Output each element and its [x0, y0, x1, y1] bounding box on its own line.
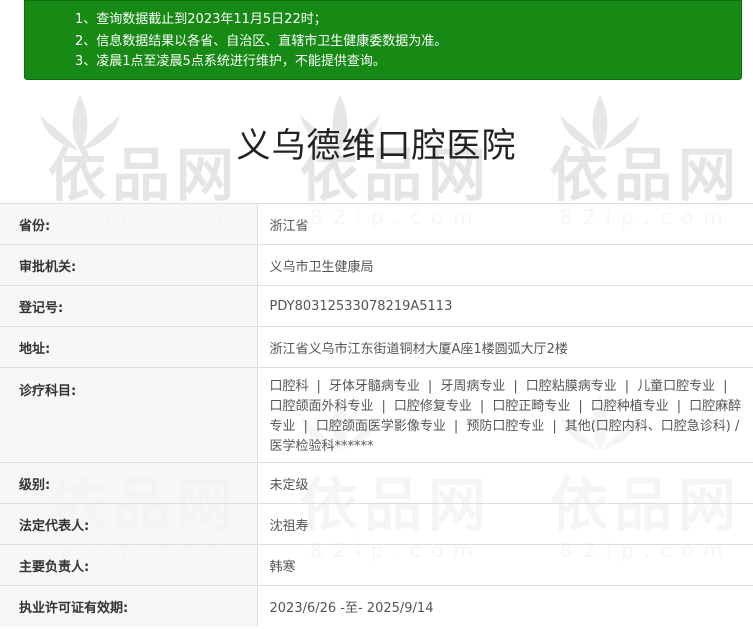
field-value-reg-no: PDY80312533078219A5113: [257, 285, 753, 327]
table-row: 诊疗科目: 口腔科 | 牙体牙髓病专业 | 牙周病专业 | 口腔粘膜病专业 | 儿童口腔专业 |口…: [0, 367, 753, 463]
notice-line-1: 1、查询数据截止到2023年11月5日22时；: [75, 12, 327, 27]
notice-banner: 1、查询数据截止到2023年11月5日22时； 2、信息数据结果以各省、自治区、…: [24, 0, 742, 80]
department-separator: |: [316, 379, 321, 394]
department-item: 牙体牙髓病专业: [328, 379, 420, 394]
field-value-province: 浙江省: [257, 203, 753, 245]
notice-line-2: 2、信息数据结果以各省、自治区、直辖市卫生健康委数据为准。: [75, 34, 448, 49]
department-item: 口腔科: [269, 379, 309, 394]
field-value-principal: 韩寒: [257, 544, 753, 586]
department-separator: |: [479, 399, 485, 414]
department-separator: |: [578, 399, 583, 414]
field-value-departments: 口腔科 | 牙体牙髓病专业 | 牙周病专业 | 口腔粘膜病专业 | 儿童口腔专业 | 口腔颌面外科专…: [257, 367, 753, 463]
department-separator: |: [453, 419, 459, 434]
department-item: 口腔正畸专业: [492, 399, 571, 414]
department-item: 口腔种植专业: [590, 399, 669, 414]
department-separator: |: [723, 379, 728, 394]
table-row: 登记号: PDY80312533078219A5113: [0, 285, 753, 327]
department-item: 口腔颌面外科专业: [269, 399, 374, 414]
hospital-info-table: 省份: 浙江省 审批机关: 义乌市卫生健康局 登记号: PDY803125330…: [0, 203, 753, 627]
field-label: 主要负责人:: [0, 544, 258, 586]
field-value-legal-rep: 沈祖寿: [257, 503, 753, 545]
field-label: 审批机关:: [0, 244, 258, 286]
department-separator: |: [513, 379, 518, 394]
table-row: 级别: 未定级: [0, 462, 753, 504]
hospital-title: 义乌德维口腔医院: [236, 126, 517, 166]
field-value-authority: 义乌市卫生健康局: [257, 244, 753, 286]
table-row: 地址: 浙江省义乌市江东街道铜材大厦A座1楼圆弧大厅2楼: [0, 326, 753, 368]
table-row: 法定代表人: 沈祖寿: [0, 503, 753, 545]
table-row: 审批机关: 义乌市卫生健康局: [0, 244, 753, 286]
department-separator: |: [624, 379, 630, 394]
field-value-address: 浙江省义乌市江东街道铜材大厦A座1楼圆弧大厅2楼: [257, 326, 753, 368]
field-value-license-validity: 2023/6/26 -至- 2025/9/14: [257, 585, 753, 627]
table-row: 执业许可证有效期: 2023/6/26 -至- 2025/9/14: [0, 585, 753, 627]
field-label: 登记号:: [0, 285, 258, 327]
field-label: 级别:: [0, 462, 258, 504]
department-separator: |: [427, 379, 433, 394]
field-label: 省份:: [0, 203, 258, 245]
field-label: 诊疗科目:: [0, 367, 258, 463]
field-label: 法定代表人:: [0, 503, 258, 545]
department-item: 预防口腔专业: [466, 419, 545, 434]
department-item: 口腔粘膜病专业: [525, 379, 617, 394]
department-separator: |: [552, 419, 557, 434]
department-item: 牙周病专业: [440, 379, 506, 394]
department-separator: |: [381, 399, 386, 414]
department-separator: |: [303, 419, 308, 434]
department-item: 口腔修复专业: [393, 399, 472, 414]
field-label: 地址:: [0, 326, 258, 368]
table-row: 省份: 浙江省: [0, 203, 753, 245]
field-value-level: 未定级: [257, 462, 753, 504]
department-separator: |: [676, 399, 682, 414]
department-item: 口腔颌面医学影像专业: [315, 419, 446, 434]
department-item: 儿童口腔专业: [637, 379, 716, 394]
table-row: 主要负责人: 韩寒: [0, 544, 753, 586]
field-label: 执业许可证有效期:: [0, 585, 258, 627]
notice-line-3: 3、凌晨1点至凌晨5点系统进行维护，不能提供查询。: [75, 54, 386, 69]
